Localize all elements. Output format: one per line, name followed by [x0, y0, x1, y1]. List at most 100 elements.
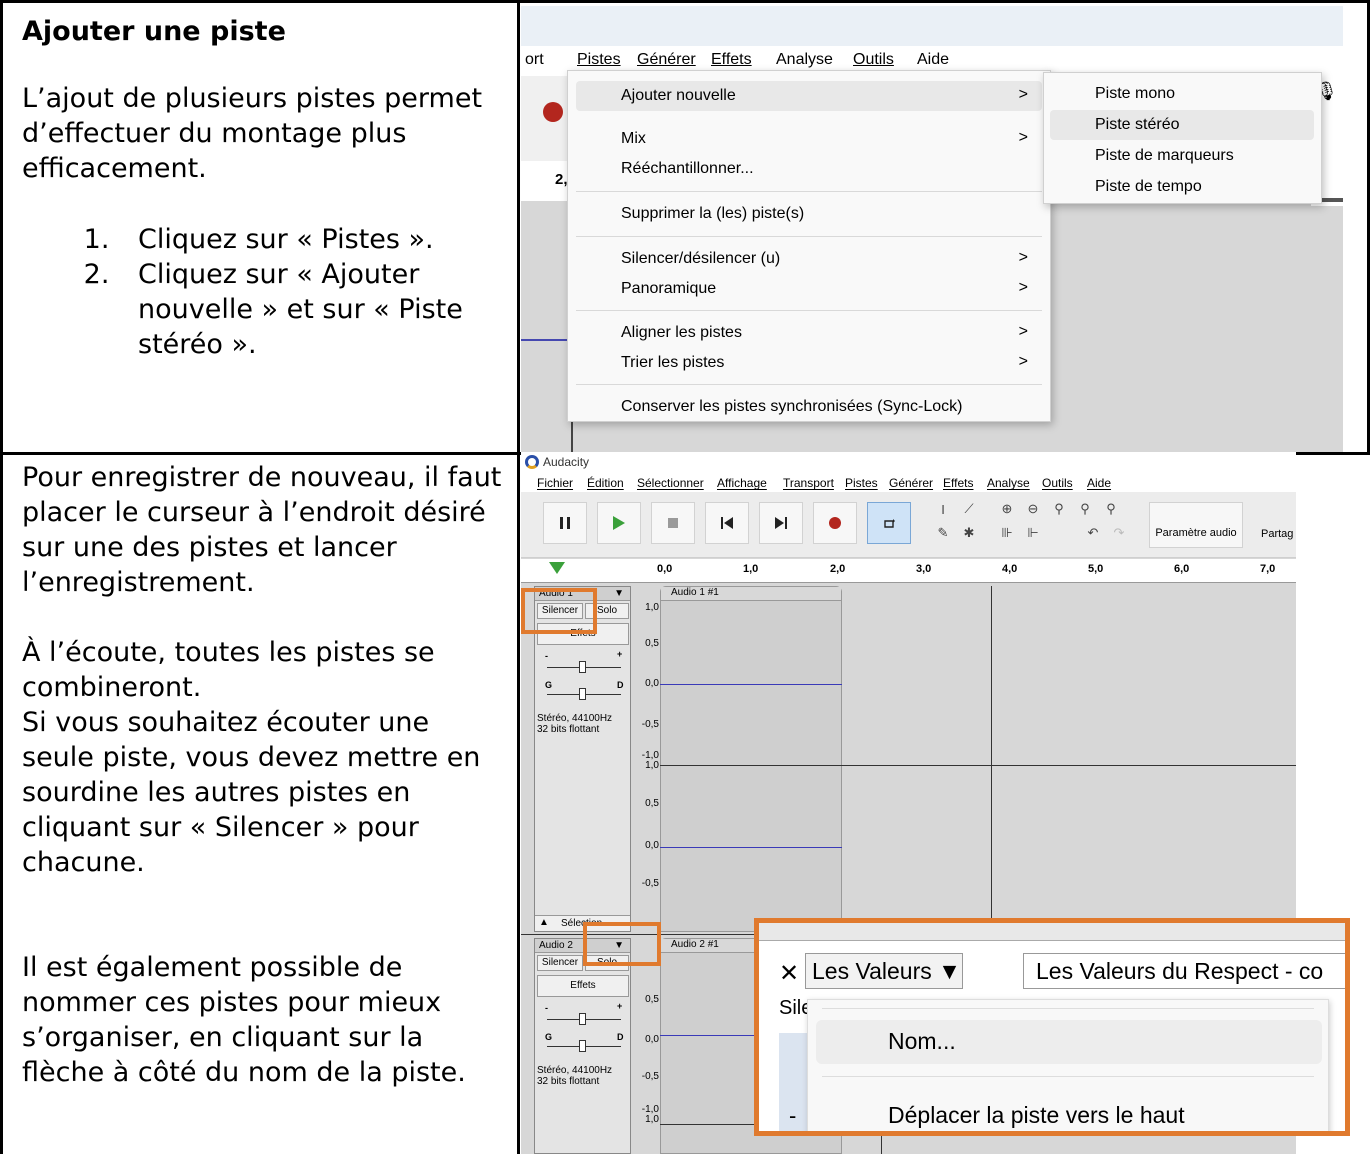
menu-item-mix[interactable]: Mix > — [576, 124, 1042, 154]
pan-left-label: G — [545, 1032, 553, 1042]
zoom-toggle-icon[interactable]: ⚲ — [1099, 498, 1123, 520]
menu-screenshot: ort Pistes Générer Effets Analyse Outils… — [521, 6, 1343, 452]
zoom-in-icon[interactable]: ⊕ — [995, 498, 1019, 520]
menu-item-trier[interactable]: Trier les pistes > — [576, 348, 1042, 378]
play-head-icon[interactable] — [549, 562, 565, 574]
gain-slider-handle[interactable] — [579, 661, 586, 673]
menu-item-sync-lock[interactable]: Conserver les pistes synchronisées (Sync… — [576, 392, 1042, 422]
menu-item-aligner[interactable]: Aligner les pistes > — [576, 318, 1042, 348]
redo-icon[interactable]: ↷ — [1107, 522, 1131, 544]
stop-button[interactable] — [651, 502, 695, 544]
track-1-scale: 1,0 0,5 0,0 -0,5 -1,0 1,0 0,5 0,0 -0,5 — [633, 602, 659, 932]
menu-analyse[interactable]: Analyse — [776, 51, 833, 69]
menu-transport-partial[interactable]: ort — [525, 51, 544, 69]
menu-outils[interactable]: Outils — [853, 51, 894, 69]
section-title: Ajouter une piste — [22, 16, 286, 47]
menu-aide[interactable]: Aide — [917, 51, 949, 69]
share-button-label[interactable]: Partag — [1261, 528, 1293, 540]
menu-affichage[interactable]: Affichage — [717, 476, 767, 490]
track-info: Stéréo, 44100Hz 32 bits flottant — [537, 713, 612, 735]
trim-icon[interactable]: ⊪ — [995, 522, 1019, 544]
menu-item-ajouter-nouvelle[interactable]: Ajouter nouvelle > — [576, 81, 1042, 111]
menu-selectionner[interactable]: Sélectionner — [637, 476, 704, 490]
ruler-tick: 5,0 — [1088, 563, 1104, 575]
menu-outils[interactable]: Outils — [1042, 476, 1073, 490]
silencer-button[interactable]: Silencer — [537, 955, 583, 971]
menu-effets[interactable]: Effets — [711, 51, 752, 69]
pan-slider-handle[interactable] — [579, 1040, 586, 1052]
menu-pistes[interactable]: Pistes — [577, 51, 621, 69]
record-button[interactable] — [813, 502, 857, 544]
chevron-right-icon: > — [1018, 249, 1028, 266]
menu-separator — [576, 384, 1042, 385]
multi-tool-icon[interactable]: ✱ — [957, 522, 981, 544]
play-button[interactable] — [597, 502, 641, 544]
submenu-item-piste-mono[interactable]: Piste mono — [1050, 79, 1314, 109]
menu-aide[interactable]: Aide — [1087, 476, 1111, 490]
track-name: Audio 2 — [539, 940, 573, 951]
menu-effets[interactable]: Effets — [943, 476, 973, 490]
menu-separator — [576, 191, 1042, 192]
undo-icon[interactable]: ↶ — [1081, 522, 1105, 544]
fit-project-icon[interactable]: ⚲ — [1073, 498, 1097, 520]
draw-tool-icon[interactable]: ✎ — [931, 522, 955, 544]
zoom-top-strip — [759, 923, 1345, 941]
menu-item-nom[interactable]: Nom... — [816, 1020, 1322, 1064]
effets-button[interactable]: Effets — [537, 975, 629, 997]
select-tool-icon[interactable]: I — [931, 498, 955, 520]
pistes-dropdown-menu: Ajouter nouvelle > Mix > Rééchantillonne… — [567, 70, 1051, 422]
envelope-tool-icon[interactable]: ⟋ — [957, 498, 981, 520]
menu-item-move-up[interactable]: Déplacer la piste vers le haut — [888, 1102, 1185, 1129]
menu-item-panoramique[interactable]: Panoramique > — [576, 274, 1042, 304]
timeline-ruler: 2, — [521, 161, 571, 201]
dropdown-arrow-icon[interactable]: ▼ — [614, 588, 624, 599]
menu-pistes[interactable]: Pistes — [845, 476, 878, 490]
menu-fichier[interactable]: Fichier — [537, 476, 573, 490]
close-track-icon[interactable]: ✕ — [779, 959, 799, 988]
audio-clip-1[interactable]: Audio 1 #1 — [660, 586, 842, 932]
waveform-line — [660, 847, 842, 848]
scale-label: 0,5 — [645, 798, 659, 809]
menu-generer[interactable]: Générer — [637, 51, 696, 69]
ruler-tick: 0,0 — [657, 563, 673, 575]
pan-right-label: D — [617, 1032, 624, 1042]
silence-icon[interactable]: ⊩ — [1021, 522, 1045, 544]
menu-separator — [822, 1076, 1314, 1077]
track-2-scale: 0,5 0,0 -0,5 -1,0 1,0 — [633, 952, 659, 1152]
scale-label: -0,5 — [641, 719, 659, 730]
pan-left-label: G — [545, 680, 553, 690]
submenu-item-piste-marqueurs[interactable]: Piste de marqueurs — [1050, 141, 1314, 171]
menu-transport[interactable]: Transport — [783, 476, 834, 490]
loop-button[interactable] — [867, 502, 911, 544]
menu-item-reechantillonner[interactable]: Rééchantillonner... — [576, 154, 1042, 184]
track-name-dropdown[interactable]: Les Valeurs ▼ — [805, 953, 963, 989]
section2-para2b: Si vous souhaitez écouter une seule pist… — [22, 707, 481, 878]
section1-text: Ajouter une piste L’ajout de plusieurs p… — [22, 14, 502, 362]
gain-plus-label: + — [617, 649, 623, 659]
collapse-icon[interactable]: ▲ — [539, 917, 549, 928]
record-icon[interactable] — [543, 102, 563, 122]
section2-para3: Il est également possible de nommer ces … — [22, 952, 466, 1088]
pause-button[interactable] — [543, 502, 587, 544]
submenu-item-piste-stereo[interactable]: Piste stéréo — [1050, 110, 1314, 140]
skip-end-button[interactable] — [759, 502, 803, 544]
menu-generer[interactable]: Générer — [889, 476, 933, 490]
submenu-item-piste-tempo[interactable]: Piste de tempo — [1050, 172, 1314, 202]
audio-settings-button[interactable]: Paramètre audio — [1149, 502, 1243, 548]
menu-item-label: Conserver les pistes synchronisées (Sync… — [621, 398, 963, 415]
track-bitdepth: 32 bits flottant — [537, 1076, 600, 1087]
scale-label: 1,0 — [645, 760, 659, 771]
track-name-field[interactable]: Les Valeurs du Respect - co — [1023, 953, 1345, 989]
loop-icon — [884, 519, 895, 528]
menu-analyse[interactable]: Analyse — [987, 476, 1030, 490]
gain-slider-handle[interactable] — [579, 1013, 586, 1025]
menu-item-silencer[interactable]: Silencer/désilencer (u) > — [576, 244, 1042, 274]
menu-item-supprimer[interactable]: Supprimer la (les) piste(s) — [576, 199, 1042, 229]
zoom-out-icon[interactable]: ⊖ — [1021, 498, 1045, 520]
menu-edition[interactable]: Édition — [587, 476, 624, 490]
menu-item-label: Ajouter nouvelle — [621, 87, 736, 104]
fit-selection-icon[interactable]: ⚲ — [1047, 498, 1071, 520]
waveform-line — [660, 684, 842, 685]
skip-start-button[interactable] — [705, 502, 749, 544]
pan-slider-handle[interactable] — [579, 688, 586, 700]
